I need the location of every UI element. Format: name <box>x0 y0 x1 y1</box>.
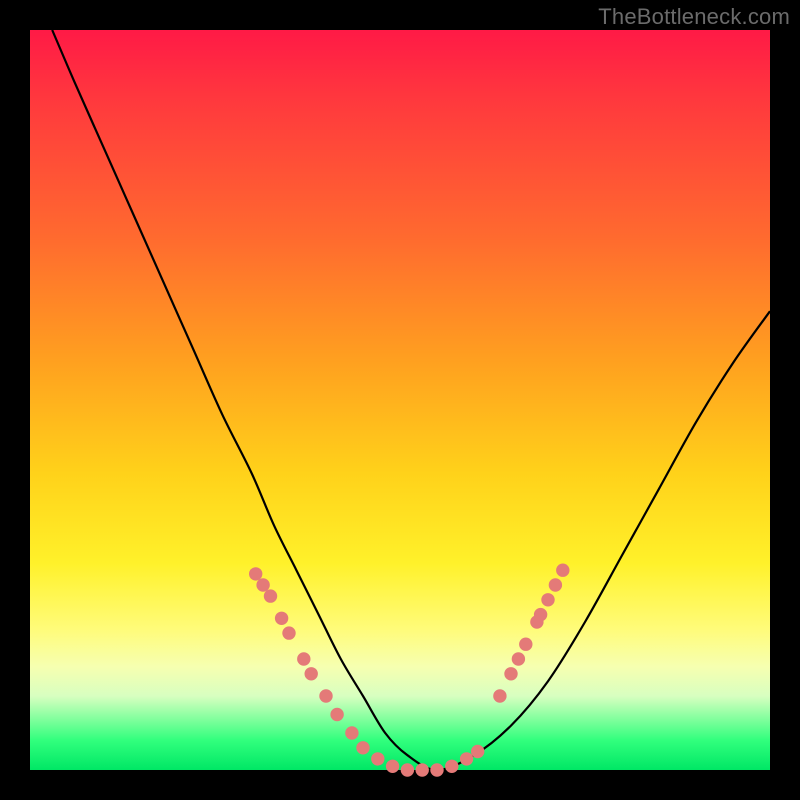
chart-point <box>519 638 532 651</box>
chart-point <box>534 608 547 621</box>
chart-point <box>356 741 369 754</box>
chart-plot-area <box>30 30 770 770</box>
chart-point <box>471 745 484 758</box>
chart-point <box>371 752 384 765</box>
chart-point <box>556 564 569 577</box>
watermark-text: TheBottleneck.com <box>598 4 790 30</box>
chart-point <box>319 689 332 702</box>
chart-point <box>345 726 358 739</box>
chart-point <box>256 578 269 591</box>
chart-point <box>541 593 554 606</box>
chart-point <box>330 708 343 721</box>
chart-point <box>282 626 295 639</box>
chart-point <box>297 652 310 665</box>
chart-frame: TheBottleneck.com <box>0 0 800 800</box>
chart-point <box>401 763 414 776</box>
chart-point <box>305 667 318 680</box>
chart-point <box>460 752 473 765</box>
chart-point <box>275 612 288 625</box>
chart-point <box>416 763 429 776</box>
chart-point <box>549 578 562 591</box>
chart-point <box>512 652 525 665</box>
chart-point <box>249 567 262 580</box>
chart-curve <box>52 30 770 770</box>
chart-points <box>249 564 570 777</box>
chart-point <box>264 589 277 602</box>
chart-point <box>386 760 399 773</box>
chart-overlay <box>30 30 770 770</box>
chart-point <box>445 760 458 773</box>
chart-point <box>504 667 517 680</box>
chart-point <box>430 763 443 776</box>
chart-point <box>493 689 506 702</box>
